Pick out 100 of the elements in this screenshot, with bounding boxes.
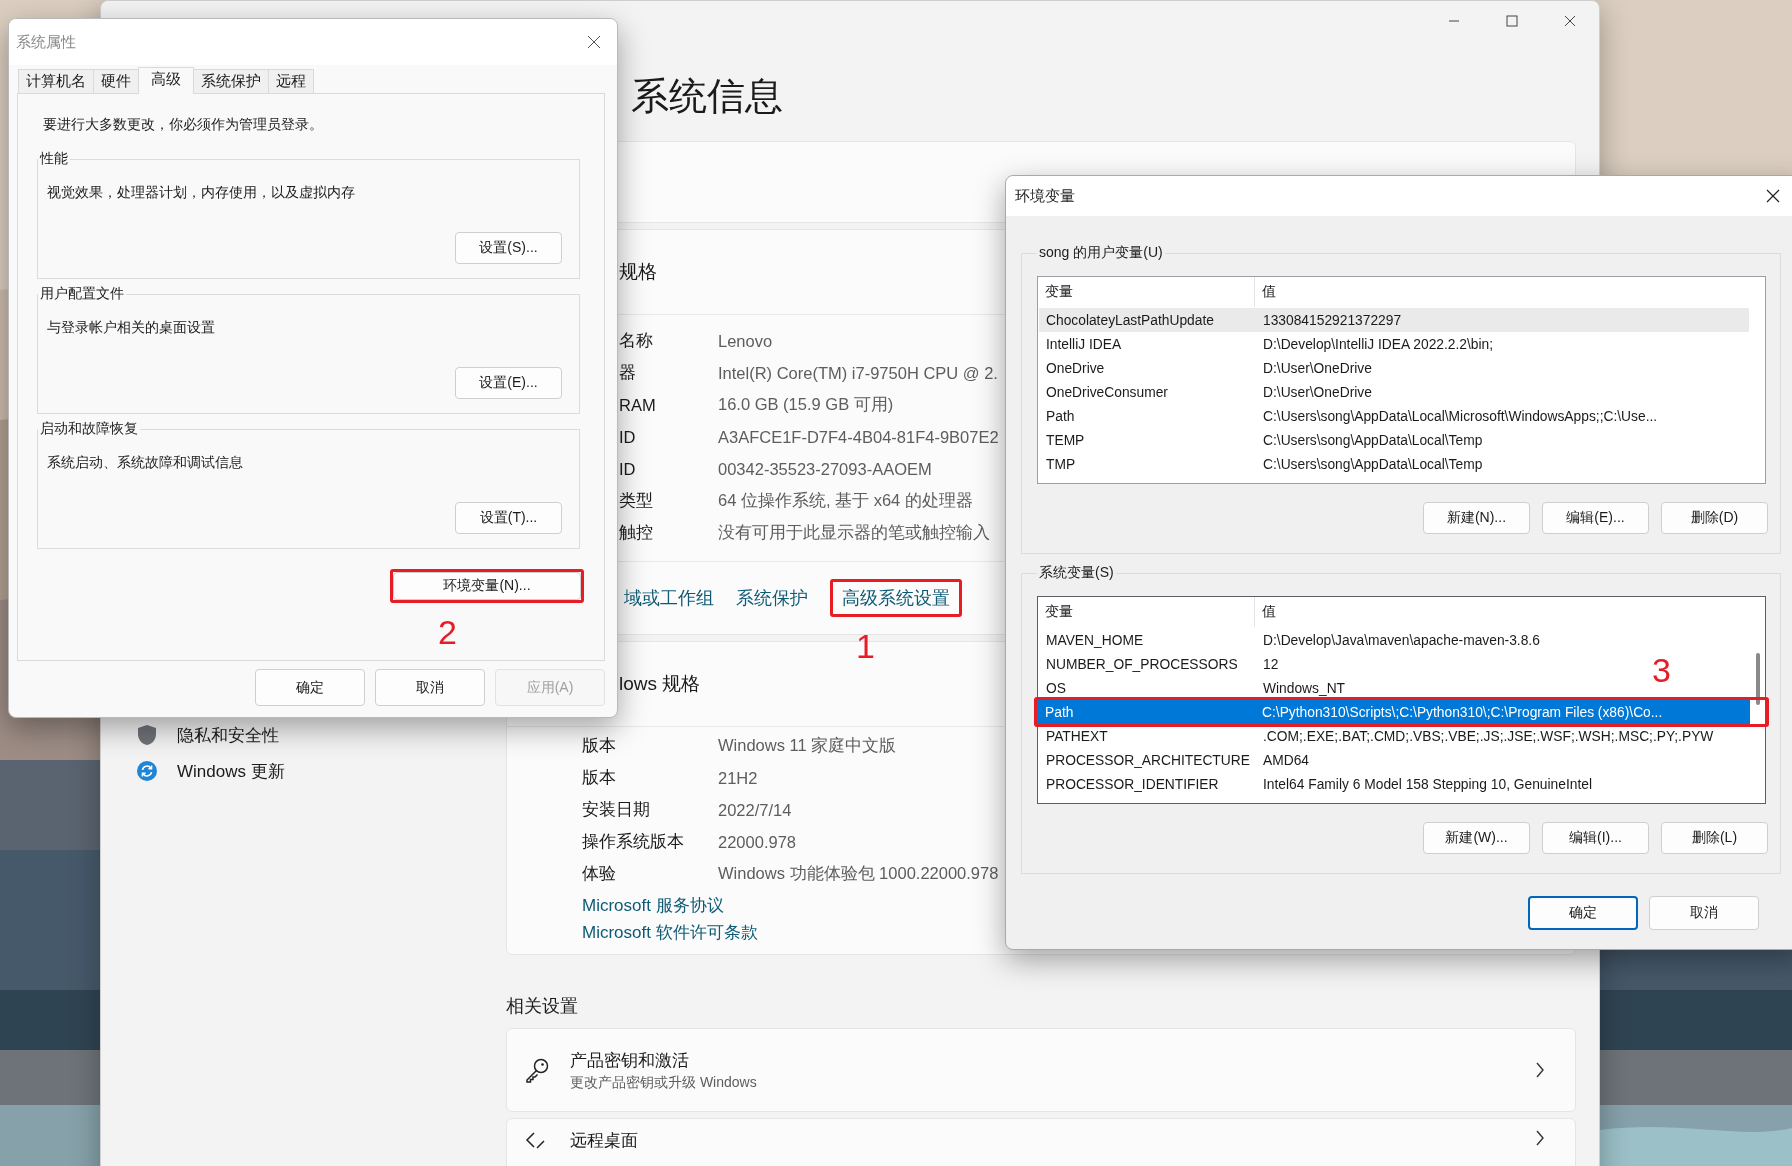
dialog-button[interactable]: 确定	[1528, 896, 1638, 930]
variable-value: Intel64 Family 6 Model 158 Stepping 10, GenuineIntel	[1263, 776, 1593, 792]
variable-name: TEMP	[1045, 432, 1086, 448]
link[interactable]: 域或工作组	[624, 586, 714, 610]
chevron-right-icon	[1535, 1061, 1545, 1079]
variable-row[interactable]: OS Windows_NT	[1039, 676, 1346, 700]
variable-value: AMD64	[1263, 752, 1309, 768]
variable-name: NUMBER_OF_PROCESSORS	[1045, 656, 1239, 672]
spec-value: 没有可用于此显示器的笔或触控输入	[718, 522, 990, 543]
section-heading: 相关设置	[506, 995, 579, 1018]
column-header: 变量	[1038, 597, 1255, 627]
variable-row[interactable]: TMP C:\Users\song\AppData\Local\Temp	[1039, 452, 1483, 476]
variable-row[interactable]: PATHEXT .COM;.EXE;.BAT;.CMD;.VBS;.VBE;.JS;.JSE;.WSF;.WSH;.MSC;.PY;.PYW	[1039, 724, 1714, 748]
spec-label: 器	[619, 362, 637, 383]
callout-number: 3	[1652, 653, 1671, 687]
variable-row[interactable]: PROCESSOR_IDENTIFIER Intel64 Family 6 Model 158 Stepping 10, GenuineIntel	[1039, 772, 1593, 796]
variable-row[interactable]: IntelliJ IDEA D:\Develop\IntelliJ IDEA 2022.2.2\bin;	[1039, 332, 1494, 356]
spec-value: 2022/7/14	[718, 800, 792, 820]
dialog-button[interactable]: 编辑(E)...	[1542, 502, 1649, 534]
callout-number: 2	[438, 615, 457, 649]
variable-name: PROCESSOR_ARCHITECTURE	[1045, 752, 1251, 768]
variable-value: C:\Users\song\AppData\Local\Temp	[1263, 432, 1483, 448]
spec-value: 16.0 GB (15.9 GB 可用)	[718, 394, 894, 415]
tab[interactable]: 高级	[138, 67, 194, 94]
variable-value: D:\User\OneDrive	[1263, 360, 1372, 376]
column-header: 值	[1261, 283, 1276, 301]
group-title: song 的用户变量(U)	[1038, 244, 1164, 262]
variable-name: Path	[1044, 704, 1075, 720]
settings-button[interactable]: 设置(S)...	[455, 232, 562, 264]
variable-name: MAVEN_HOME	[1045, 632, 1145, 648]
variable-name: Path	[1045, 408, 1076, 424]
variable-row[interactable]: Path C:\Users\song\AppData\Local\Microsoft\WindowsApps;;C:\Use...	[1039, 404, 1658, 428]
sidebar-item[interactable]: Windows 更新	[101, 753, 506, 789]
group-description: 视觉效果，处理器计划，内存使用，以及虚拟内存	[47, 184, 356, 202]
settings-card[interactable]: 产品密钥和激活 更改产品密钥或升级 Windows	[506, 1028, 1576, 1112]
spec-value: Windows 11 家庭中文版	[718, 735, 897, 756]
card-title: 远程桌面	[570, 1130, 639, 1152]
dialog-button[interactable]: 新建(W)...	[1423, 822, 1530, 854]
dialog-button[interactable]: 确定	[255, 669, 365, 706]
tab[interactable]: 计算机名	[18, 69, 94, 93]
card-subtitle: 更改产品密钥或升级 Windows	[570, 1073, 758, 1092]
dialog-button[interactable]: 新建(N)...	[1423, 502, 1530, 534]
dialog-button[interactable]: 取消	[375, 669, 485, 706]
column-header: 值	[1261, 603, 1276, 621]
link[interactable]: 系统保护	[736, 586, 808, 610]
tab[interactable]: 远程	[268, 69, 314, 93]
tab[interactable]: 系统保护	[193, 69, 269, 93]
spec-value: A3AFCE1F-D7F4-4B04-81F4-9B07E2	[718, 427, 999, 447]
spec-label: 操作系统版本	[582, 831, 685, 852]
window-title: 环境变量	[1015, 186, 1075, 206]
link[interactable]: Microsoft 服务协议	[582, 892, 724, 919]
variable-name: PROCESSOR_IDENTIFIER	[1045, 776, 1220, 792]
variable-row[interactable]: NUMBER_OF_PROCESSORS 12	[1039, 652, 1279, 676]
column-header: 变量	[1038, 277, 1255, 307]
group-description: 系统启动、系统故障和调试信息	[47, 454, 244, 472]
spec-label: 体验	[582, 863, 617, 884]
variable-name: ChocolateyLastPathUpdate	[1045, 312, 1215, 328]
refresh-icon	[137, 761, 157, 781]
group-title: 性能	[38, 150, 69, 168]
callout-number: 1	[856, 629, 875, 663]
group-title: 用户配置文件	[39, 285, 125, 303]
variable-value: 12	[1263, 656, 1279, 672]
spec-value: Lenovo	[718, 331, 773, 351]
settings-button[interactable]: 设置(T)...	[455, 502, 562, 534]
variable-row[interactable]: OneDriveConsumer D:\User\OneDrive	[1039, 380, 1372, 404]
link[interactable]: Microsoft 软件许可条款	[582, 919, 758, 946]
card-title: 产品密钥和激活	[570, 1049, 690, 1072]
spec-value: 00342-35523-27093-AAOEM	[718, 459, 932, 479]
spec-label: 安装日期	[582, 799, 651, 820]
settings-button[interactable]: 设置(E)...	[455, 367, 562, 399]
shield-icon	[137, 724, 157, 746]
variable-value: C:\Users\song\AppData\Local\Temp	[1263, 456, 1483, 472]
variable-row[interactable]: Path C:\Python310\Scripts\;C:\Python310\;C:\Program Files (x86)\Co...	[1038, 700, 1750, 724]
group-description: 与登录帐户相关的桌面设置	[47, 319, 216, 337]
dialog-button[interactable]: 删除(L)	[1661, 822, 1768, 854]
environment-variables-button[interactable]: 环境变量(N)...	[393, 572, 581, 600]
variable-row[interactable]: MAVEN_HOME D:\Develop\Java\maven\apache-maven-3.8.6	[1039, 628, 1540, 652]
spec-value: Intel(R) Core(TM) i7-9750H CPU @ 2.	[718, 363, 998, 383]
spec-label: 版本	[582, 735, 617, 756]
sidebar-item[interactable]: 隐私和安全性	[101, 717, 506, 753]
settings-card[interactable]: 远程桌面	[506, 1118, 1576, 1166]
tab[interactable]: 硬件	[93, 69, 139, 93]
notice-text: 要进行大多数更改，你必须作为管理员登录。	[43, 115, 324, 134]
scrollbar-thumb[interactable]	[1756, 653, 1760, 705]
dialog-button[interactable]: 编辑(I)...	[1542, 822, 1649, 854]
variable-row[interactable]: PROCESSOR_ARCHITECTURE AMD64	[1039, 748, 1309, 772]
dialog-button[interactable]: 取消	[1649, 896, 1759, 930]
section-title: lows 规格	[619, 672, 701, 696]
link[interactable]: 高级系统设置	[842, 588, 950, 608]
variable-name: PATHEXT	[1045, 728, 1109, 744]
variable-row[interactable]: ChocolateyLastPathUpdate 133084152921372297	[1039, 308, 1749, 332]
variable-name: OneDriveConsumer	[1045, 384, 1169, 400]
variable-name: IntelliJ IDEA	[1045, 336, 1123, 352]
variable-row[interactable]: OneDrive D:\User\OneDrive	[1039, 356, 1372, 380]
dialog-button[interactable]: 删除(D)	[1661, 502, 1768, 534]
spec-value: Windows 功能体验包 1000.22000.978	[718, 863, 999, 884]
key-icon	[524, 1057, 550, 1083]
variable-value: D:\Develop\IntelliJ IDEA 2022.2.2\bin;	[1263, 336, 1494, 352]
variable-name: TMP	[1045, 456, 1077, 472]
variable-row[interactable]: TEMP C:\Users\song\AppData\Local\Temp	[1039, 428, 1483, 452]
